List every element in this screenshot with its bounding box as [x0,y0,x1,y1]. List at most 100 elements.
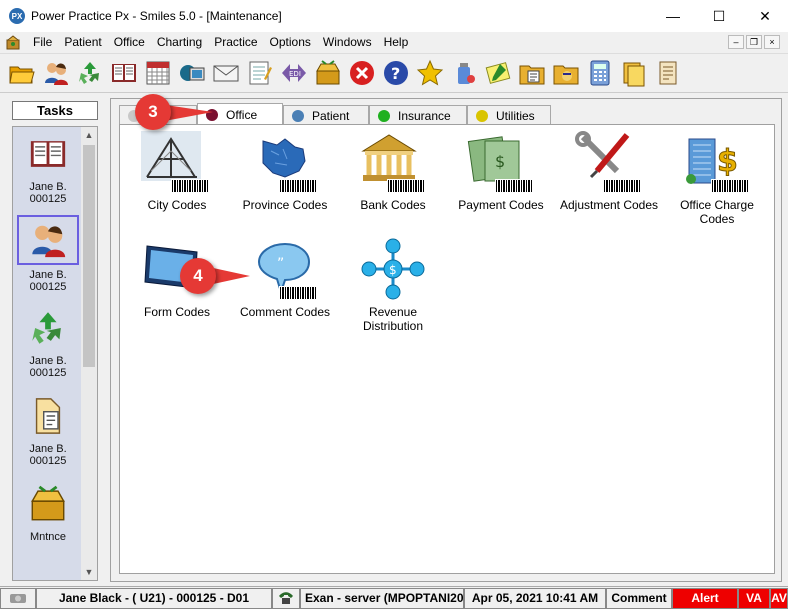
scroll-down-arrow-icon[interactable]: ▼ [81,564,97,580]
bottle-icon [457,63,475,84]
menu-office[interactable]: Office [108,35,151,49]
status-patient: Jane Black - ( U21) - 000125 - D01 [36,587,272,609]
maximize-button[interactable]: ☐ [696,0,742,32]
toolbar-calculator-button[interactable] [584,56,615,90]
scroll-icon [659,61,676,85]
status-bar: Jane Black - ( U21) - 000125 - D01 Exan … [0,586,788,609]
app-icon: PX [9,8,25,24]
svg-text:$: $ [495,152,505,171]
toolbar-folder-face-button[interactable] [550,56,581,90]
revenue-distribution-item[interactable]: $ Revenue Distribution [339,238,447,333]
task-patient-name: Jane B. [29,355,67,367]
recycle-icon [78,62,99,84]
window-title: Power Practice Px - Smiles 5.0 - [Mainte… [31,9,282,23]
status-va-badge[interactable]: VA [738,587,770,609]
folder-open-icon [8,66,35,84]
menu-patient[interactable]: Patient [58,35,107,49]
toolbar-favorites-button[interactable] [414,56,445,90]
treasure-icon [315,60,340,85]
minimize-button[interactable]: — [650,0,696,32]
barcode-icon [603,179,641,193]
scroll-up-arrow-icon[interactable]: ▲ [81,127,97,143]
code-label: Bank Codes [360,198,426,212]
barcode-icon [279,179,317,193]
book-icon [30,141,66,167]
barcode-icon [171,179,209,193]
tasks-list: Jane B. 000125 Jane B. 000125 Jane B. 00… [12,126,98,581]
task-patient-id: 000125 [29,281,67,293]
menu-practice[interactable]: Practice [208,35,263,49]
svg-text:$: $ [389,263,397,277]
toolbar-calendar-button[interactable] [142,56,173,90]
patients-icon [44,63,68,85]
task-patient-name: Jane B. [29,269,67,281]
bank-codes-item[interactable]: Bank Codes [339,131,447,212]
mdi-minimize-button[interactable]: – [728,35,744,49]
task-item[interactable]: Jane B. 000125 [13,215,83,293]
toolbar-monitor-button[interactable] [176,56,207,90]
toolbar-bottle-button[interactable] [448,56,479,90]
task-patient-id: 000125 [29,367,67,379]
toolbar-help-button[interactable]: ? [380,56,411,90]
tab-insurance-dot-icon [378,109,390,122]
patients-icon [32,225,66,258]
toolbar-scroll-button[interactable] [652,56,683,90]
adjustment-codes-item[interactable]: Adjustment Codes [555,131,663,212]
menu-windows[interactable]: Windows [317,35,378,49]
scroll-thumb[interactable] [83,145,95,367]
toolbar-folder-doc-button[interactable] [516,56,547,90]
tasks-pane: Tasks Jane B. 000125 Jane B. 000125 Jane… [8,98,104,582]
toolbar-notes-button[interactable] [244,56,275,90]
code-label: Payment Codes [458,198,544,212]
menu-file[interactable]: File [27,35,58,49]
toolbar-maintenance-button[interactable] [312,56,343,90]
task-item[interactable]: Jane B. 000125 [13,305,83,379]
folder-face-icon [553,65,578,85]
task-maintenance-label: Mntnce [29,531,67,543]
folders-icon [623,62,644,87]
toolbar-mail-button[interactable] [210,56,241,90]
menu-help[interactable]: Help [378,35,415,49]
step-callout-4: 4 [180,258,250,294]
toolbar-folders-button[interactable] [618,56,649,90]
toolbar-cancel-button[interactable] [346,56,377,90]
status-alert-badge[interactable]: Alert [672,587,738,609]
step-callout-3: 3 [135,94,213,130]
toolbar-note-button[interactable] [482,56,513,90]
toolbar-book-button[interactable] [108,56,139,90]
office-charge-codes-item[interactable]: $ Office Charge Codes [663,131,771,226]
code-label: Province Codes [242,198,328,212]
tab-utilities[interactable]: Utilities [467,105,551,125]
status-av-badge[interactable]: AV [770,587,788,609]
tab-utilities-dot-icon [476,109,488,122]
status-camera-icon[interactable] [0,587,36,609]
tasks-scrollbar[interactable]: ▲ ▼ [81,127,97,580]
city-codes-item[interactable]: City Codes [123,131,231,212]
code-label: Office Charge Codes [680,198,754,226]
task-item[interactable]: Jane B. 000125 [13,131,83,205]
close-button[interactable]: ✕ [742,0,788,32]
task-item[interactable]: Mntnce [13,481,83,543]
notepad-icon [249,61,272,85]
barcode-icon [279,286,317,300]
tab-patient[interactable]: Patient [283,105,369,125]
payment-codes-item[interactable]: $ Payment Codes [447,131,555,212]
toolbar-patients-button[interactable] [40,56,71,90]
svg-text:EDI: EDI [289,70,301,78]
note-icon [485,62,510,84]
toolbar-recycle-button[interactable] [74,56,105,90]
province-codes-item[interactable]: Province Codes [231,131,339,212]
menu-charting[interactable]: Charting [151,35,208,49]
menu-options[interactable]: Options [264,35,317,49]
task-patient-id: 000125 [29,455,67,467]
status-comment[interactable]: Comment [606,587,672,609]
mdi-close-button[interactable]: × [764,35,780,49]
menu-logo-icon [6,35,20,50]
status-phone-icon[interactable] [272,587,300,609]
toolbar-edi-button[interactable]: EDI [278,56,309,90]
document-icon [35,398,61,434]
toolbar-open-button[interactable] [6,56,37,90]
mdi-restore-button[interactable]: ❐ [746,35,762,49]
task-item[interactable]: Jane B. 000125 [13,393,83,467]
tab-insurance[interactable]: Insurance [369,105,467,125]
